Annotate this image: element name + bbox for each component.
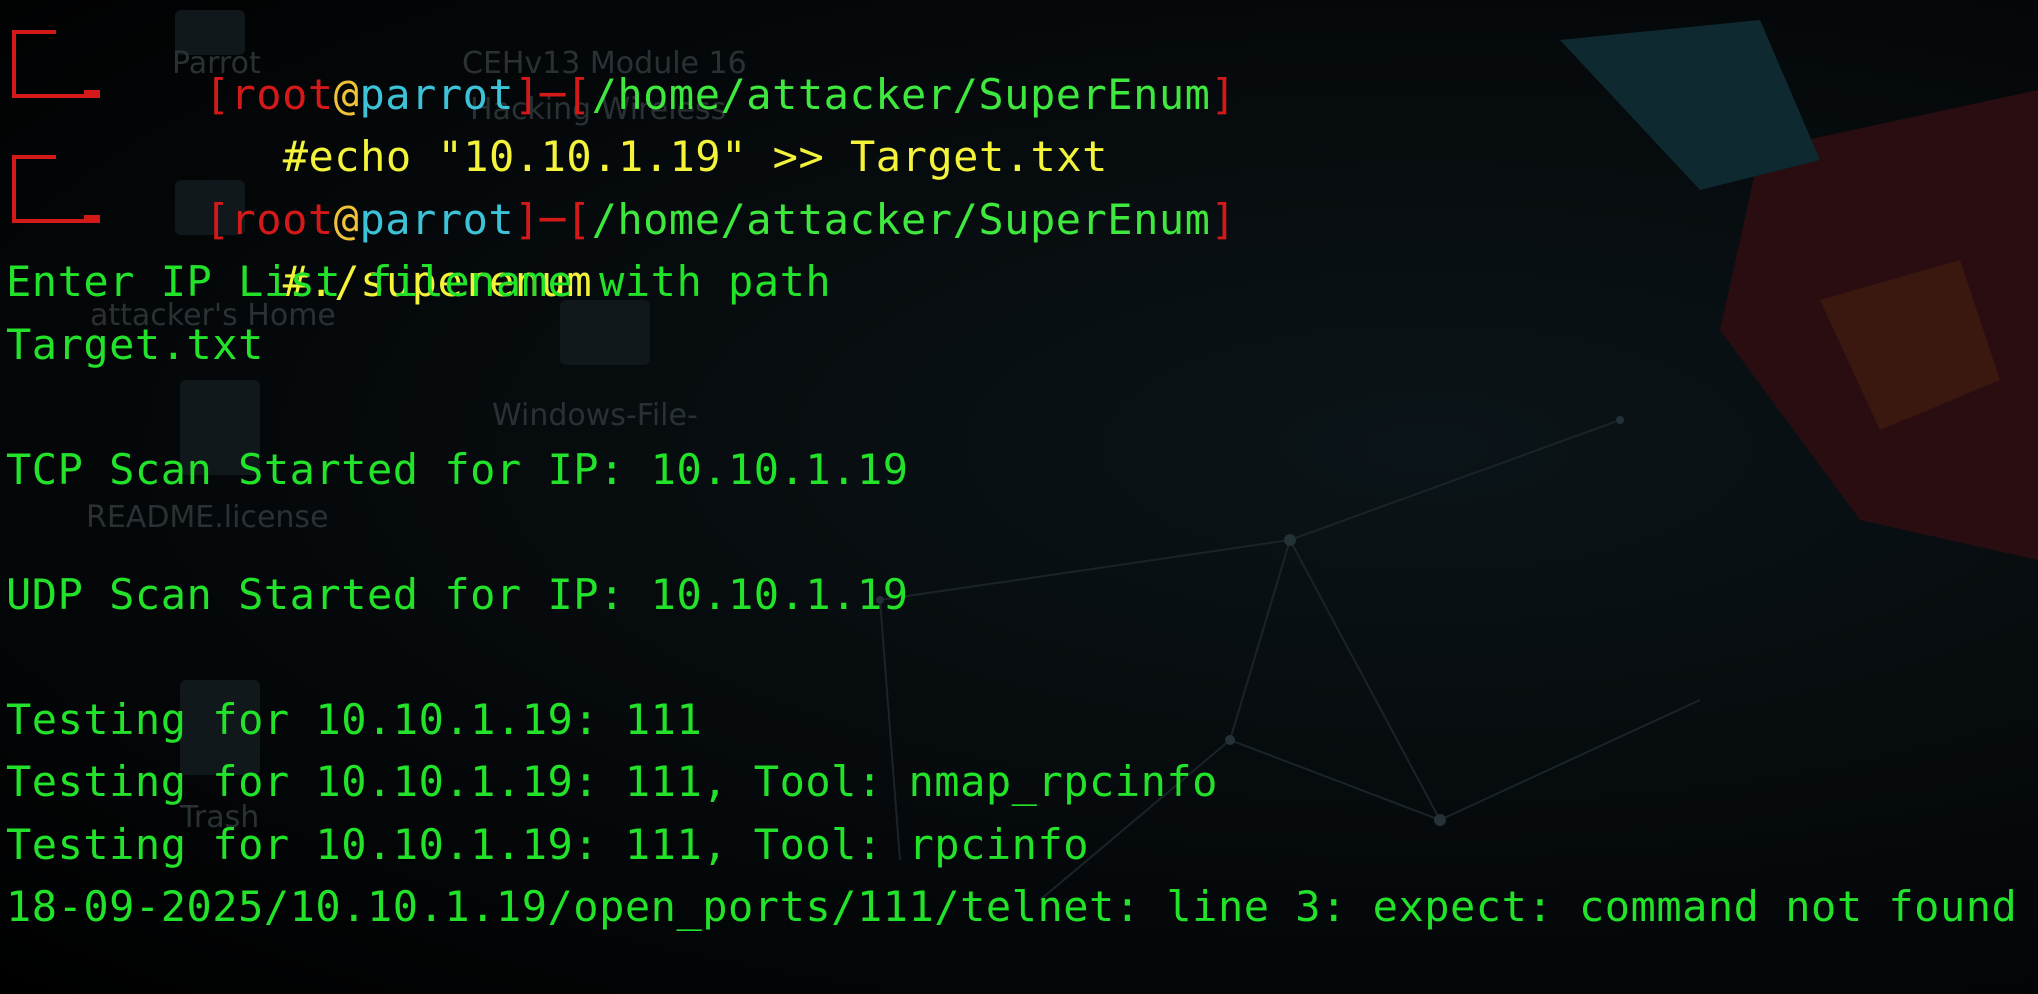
output-line: Enter IP List filename with path bbox=[6, 257, 832, 306]
output-line: Target.txt bbox=[6, 320, 264, 369]
terminal-content[interactable]: [root@parrot]─[/home/attacker/SuperEnum]… bbox=[0, 0, 2038, 994]
terminal-window[interactable]: Parrot CEHv13 Module 16 Hacking Wireless… bbox=[0, 0, 2038, 994]
output-line: 18-09-2025/10.10.1.19/open_ports/111/tel… bbox=[6, 882, 2018, 931]
output-line: TCP Scan Started for IP: 10.10.1.19 bbox=[6, 445, 909, 494]
command-line[interactable]: #echo "10.10.1.19" >> Target.txt bbox=[128, 64, 1108, 181]
prompt-cwd: /home/attacker/SuperEnum bbox=[591, 195, 1211, 244]
prompt-line: [root@parrot]─[/home/attacker/SuperEnum] bbox=[204, 70, 1237, 119]
output-line: Testing for 10.10.1.19: 111, Tool: nmap_… bbox=[6, 757, 1218, 806]
output-line: UDP Scan Started for IP: 10.10.1.19 bbox=[6, 570, 909, 619]
output-line: Testing for 10.10.1.19: 111 bbox=[6, 695, 703, 744]
output-line: Testing for 10.10.1.19: 111, Tool: rpcin… bbox=[6, 820, 1090, 869]
command-line[interactable]: #./superenum bbox=[128, 189, 592, 306]
prompt-line: [root@parrot]─[/home/attacker/SuperEnum] bbox=[204, 195, 1237, 244]
